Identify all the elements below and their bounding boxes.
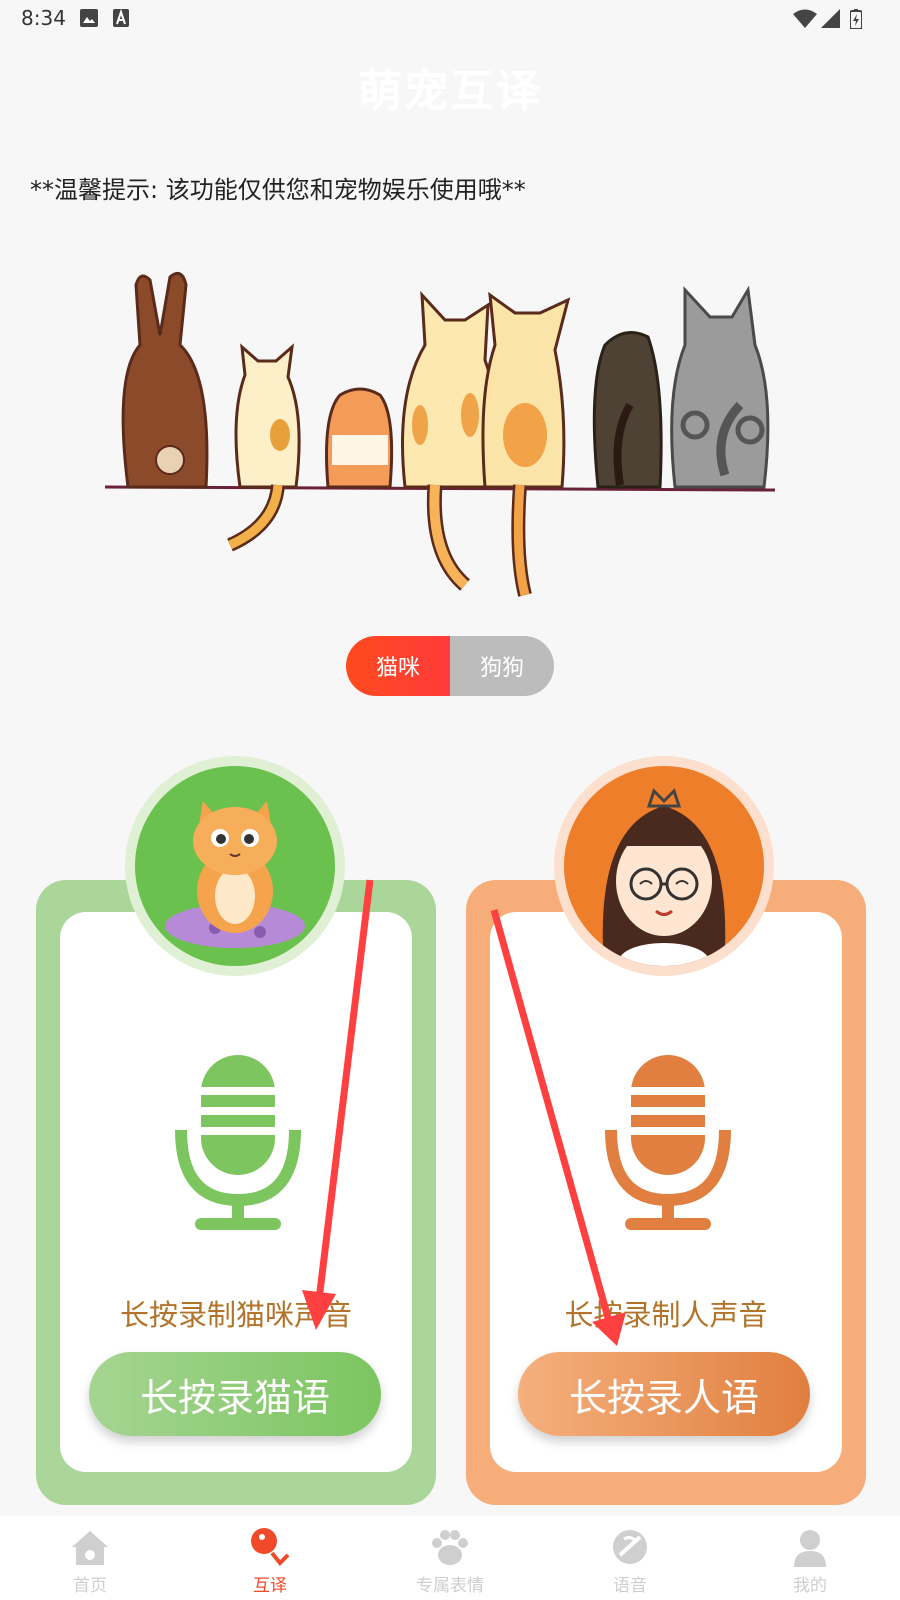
tab-voice[interactable]: 语音 <box>540 1516 720 1600</box>
usage-tip: **温馨提示: 该功能仅供您和宠物娱乐使用哦** <box>30 176 526 204</box>
translate-icon <box>251 1528 290 1566</box>
record-human-button[interactable]: 长按录人语 <box>518 1352 810 1436</box>
small-cat-figure <box>227 343 301 552</box>
bottom-tab-bar: 首页 互译 专属表情 语音 我的 <box>0 1516 900 1600</box>
hamster-figure <box>325 387 394 489</box>
page-title: 萌宠互译 <box>358 66 542 117</box>
cat-microphone-icon <box>175 1055 301 1230</box>
tab-profile[interactable]: 我的 <box>720 1516 900 1600</box>
gray-cat-figure <box>670 285 770 489</box>
status-time: 8:34 <box>21 6 66 30</box>
tab-profile-label: 我的 <box>793 1576 827 1596</box>
a-notification-icon <box>113 9 129 27</box>
cat-avatar-icon <box>165 801 305 948</box>
tabby-cat-figure <box>481 291 571 597</box>
tab-home[interactable]: 首页 <box>0 1516 180 1600</box>
voice-icon <box>613 1530 647 1564</box>
pet-type-toggle[interactable]: 猫咪 狗狗 <box>346 636 554 696</box>
bear-figure <box>592 331 663 489</box>
tab-translate-label: 互译 <box>253 1576 287 1596</box>
status-bar: 8:34 <box>0 0 900 36</box>
home-icon <box>72 1531 108 1565</box>
rabbit-figure <box>121 271 209 489</box>
human-microphone-icon <box>605 1055 731 1230</box>
tab-stickers[interactable]: 专属表情 <box>360 1516 540 1600</box>
toggle-option-dog[interactable]: 狗狗 <box>450 636 554 696</box>
tab-stickers-label: 专属表情 <box>416 1576 484 1596</box>
wifi-icon <box>793 9 817 28</box>
pets-illustration <box>104 271 776 597</box>
tab-voice-label: 语音 <box>613 1576 647 1596</box>
girl-avatar-icon <box>602 788 726 966</box>
cat-record-label: 长按录制猫咪声音 <box>119 1298 352 1332</box>
human-record-label: 长按录制人声音 <box>564 1298 768 1332</box>
tab-translate[interactable]: 互译 <box>180 1516 360 1600</box>
human-avatar-ring <box>554 756 774 976</box>
battery-icon <box>850 9 862 29</box>
toggle-option-cat[interactable]: 猫咪 <box>346 636 450 696</box>
cat-avatar <box>135 766 335 966</box>
image-notification-icon <box>80 9 98 27</box>
profile-icon <box>794 1530 826 1567</box>
signal-icon <box>821 9 840 28</box>
record-cat-button[interactable]: 长按录猫语 <box>89 1352 381 1436</box>
paw-icon <box>432 1530 468 1565</box>
cat-avatar-ring <box>125 756 345 976</box>
tab-home-label: 首页 <box>73 1576 107 1596</box>
human-avatar <box>564 766 764 966</box>
